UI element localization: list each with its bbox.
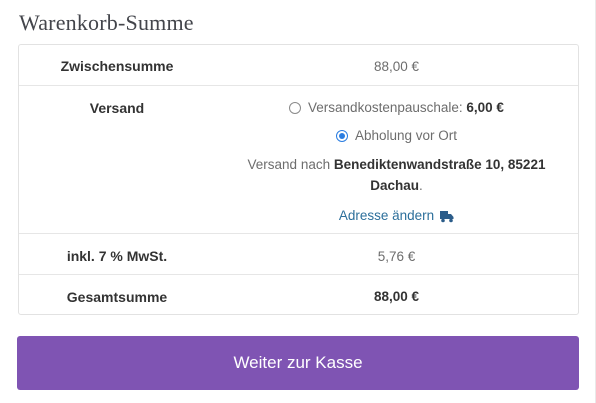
cart-totals-heading: Warenkorb-Summe <box>19 10 194 35</box>
local-pickup-radio[interactable] <box>335 130 348 142</box>
local-pickup-label: Abholung vor Ort <box>354 128 458 143</box>
destination-address-line2: Dachau <box>370 178 419 193</box>
flat-rate-radio[interactable] <box>289 102 302 114</box>
order-total-value: 88,00 € <box>373 289 420 304</box>
change-address-link[interactable]: Adresse ändern <box>339 208 434 223</box>
shipping-option-flat-rate[interactable]: Versandkostenpauschale: 6,00 € <box>215 100 578 115</box>
tax-row: inkl. 7 % MwSt. 5,76 € <box>19 233 578 274</box>
destination-suffix: . <box>419 178 423 193</box>
flat-rate-price: 6,00 € <box>466 100 504 115</box>
shipping-option-local-pickup[interactable]: Abholung vor Ort <box>215 128 578 143</box>
subtotal-row: Zwischensumme 88,00 € <box>19 45 578 85</box>
shipping-row: Versand Versandkostenpauschale: 6,00 € A… <box>19 85 578 234</box>
subtotal-label: Zwischensumme <box>60 58 174 74</box>
tax-label: inkl. 7 % MwSt. <box>66 248 168 264</box>
destination-address-line1: Benediktenwandstraße 10, 85221 <box>333 157 546 172</box>
shipping-label: Versand <box>89 100 145 116</box>
subtotal-value: 88,00 € <box>373 59 420 74</box>
shipping-destination: Versand nach Benediktenwandstraße 10, 85… <box>215 154 578 196</box>
destination-prefix: Versand nach <box>247 157 334 172</box>
proceed-to-checkout-button[interactable]: Weiter zur Kasse <box>17 336 579 390</box>
truck-icon[interactable] <box>440 210 454 226</box>
cart-totals-table: Zwischensumme 88,00 € Versand Versandkos… <box>18 44 579 315</box>
order-total-label: Gesamtsumme <box>66 289 168 305</box>
flat-rate-label: Versandkostenpauschale: <box>308 100 467 115</box>
change-address-row: Adresse ändern <box>215 208 578 226</box>
tax-value: 5,76 € <box>377 249 416 264</box>
order-total-row: Gesamtsumme 88,00 € <box>19 274 578 315</box>
